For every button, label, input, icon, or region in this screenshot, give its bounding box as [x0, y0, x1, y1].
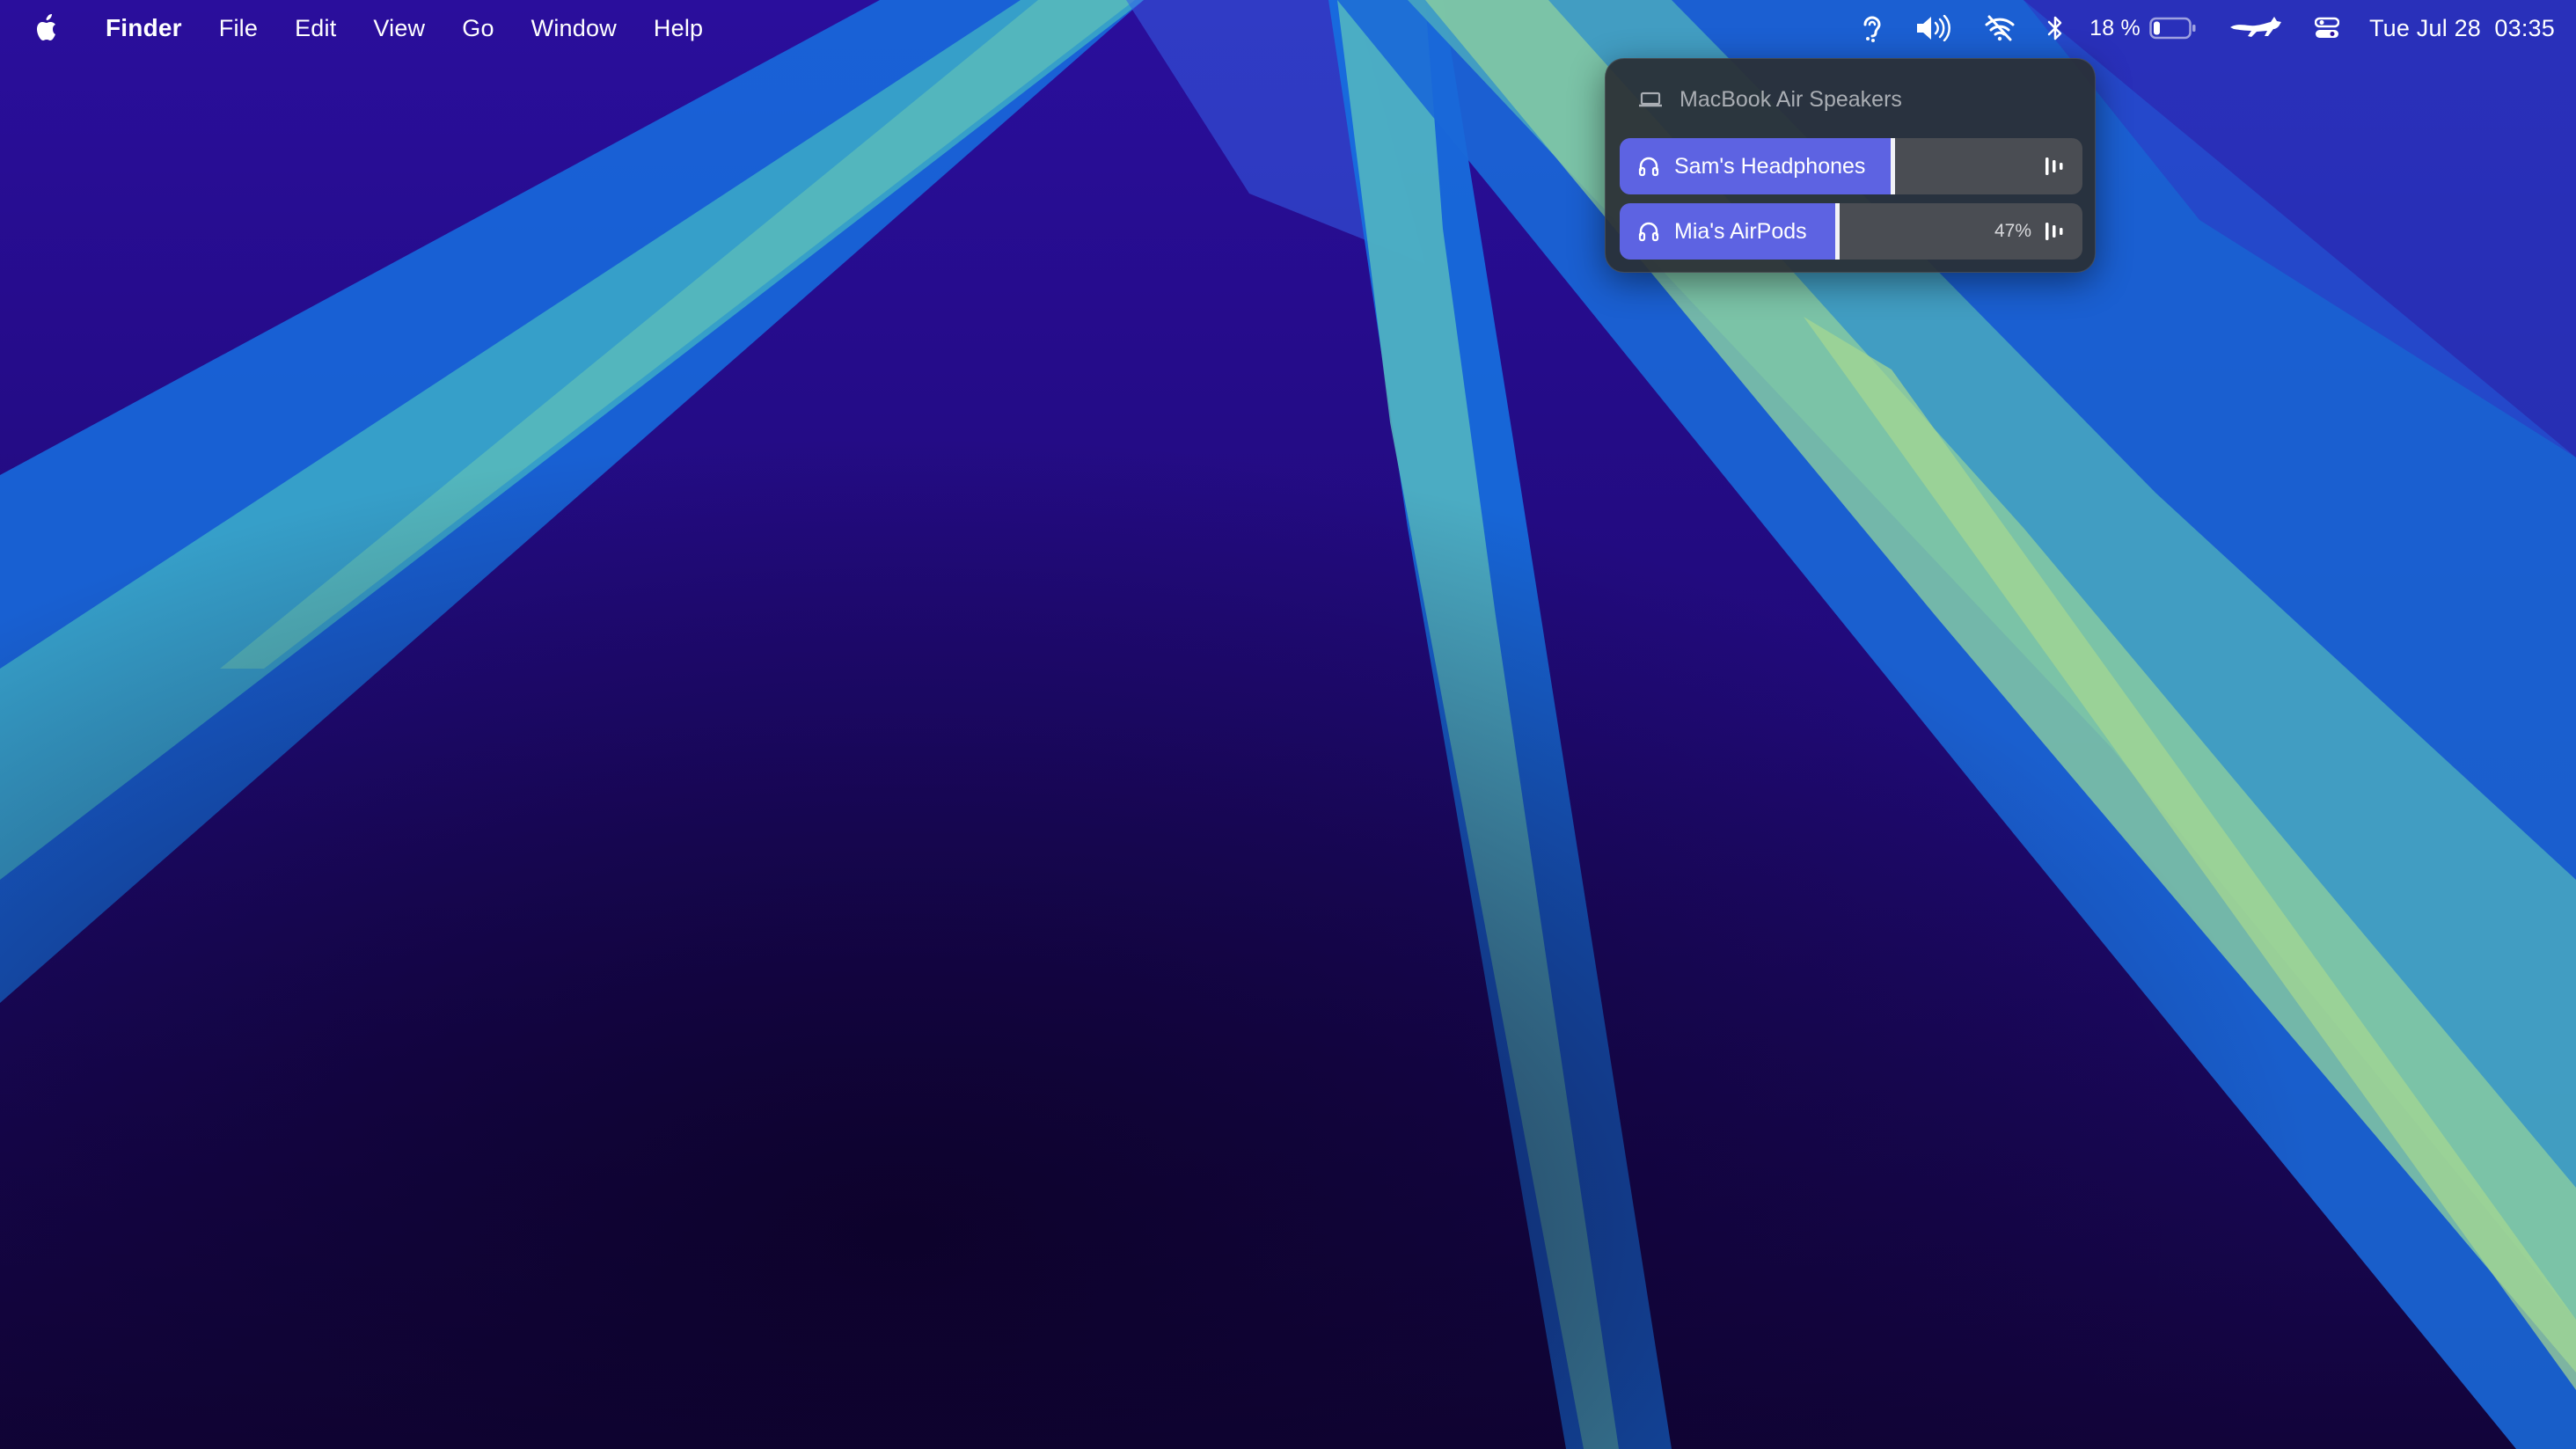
slider-knob[interactable] — [1835, 203, 1840, 260]
desktop-wallpaper — [0, 0, 2576, 1449]
volume-percent: 47% — [1994, 221, 2031, 241]
menu-window[interactable]: Window — [531, 15, 617, 42]
laptop-icon — [1639, 91, 1662, 107]
battery-percent: 18 % — [2089, 15, 2141, 40]
volume-slider-sams-headphones[interactable]: Sam's Headphones — [1620, 138, 2082, 194]
battery-icon — [2149, 17, 2196, 40]
volume-slider-mias-airpods[interactable]: Mia's AirPods 47% — [1620, 203, 2082, 260]
menu-edit[interactable]: Edit — [295, 15, 336, 42]
control-center-icon[interactable] — [2314, 16, 2339, 40]
menu-view[interactable]: View — [373, 15, 425, 42]
slider-knob[interactable] — [1891, 138, 1895, 194]
headphones-icon — [1638, 157, 1659, 177]
speaker-output-option[interactable]: MacBook Air Speakers — [1639, 82, 1902, 117]
level-bars-icon[interactable] — [2044, 220, 2065, 243]
battery-status[interactable]: 18 % — [2089, 16, 2197, 41]
hearing-icon[interactable] — [1861, 14, 1884, 42]
output-label-sams-headphones: Sam's Headphones — [1674, 154, 1866, 179]
speaker-output-label: MacBook Air Speakers — [1680, 86, 1902, 112]
running-cat-icon[interactable] — [2228, 15, 2283, 41]
menu-file[interactable]: File — [219, 15, 258, 42]
level-bars-icon[interactable] — [2044, 155, 2065, 178]
menubar-clock[interactable]: Tue Jul 28 03:35 — [2369, 15, 2555, 42]
menu-app-name[interactable]: Finder — [106, 14, 182, 42]
wifi-off-icon[interactable] — [1984, 15, 2016, 41]
menu-help[interactable]: Help — [654, 15, 703, 42]
volume-icon[interactable] — [1915, 15, 1952, 41]
headphones-icon — [1638, 222, 1659, 242]
apple-menu-icon[interactable] — [33, 12, 62, 44]
audio-output-popover: MacBook Air Speakers Sam's Headphones Mi… — [1605, 58, 2096, 273]
menu-bar: Finder File Edit View Go Window Help 18 … — [0, 0, 2576, 56]
menu-go[interactable]: Go — [462, 15, 494, 42]
output-label-mias-airpods: Mia's AirPods — [1674, 219, 1807, 244]
bluetooth-icon[interactable] — [2047, 14, 2063, 42]
